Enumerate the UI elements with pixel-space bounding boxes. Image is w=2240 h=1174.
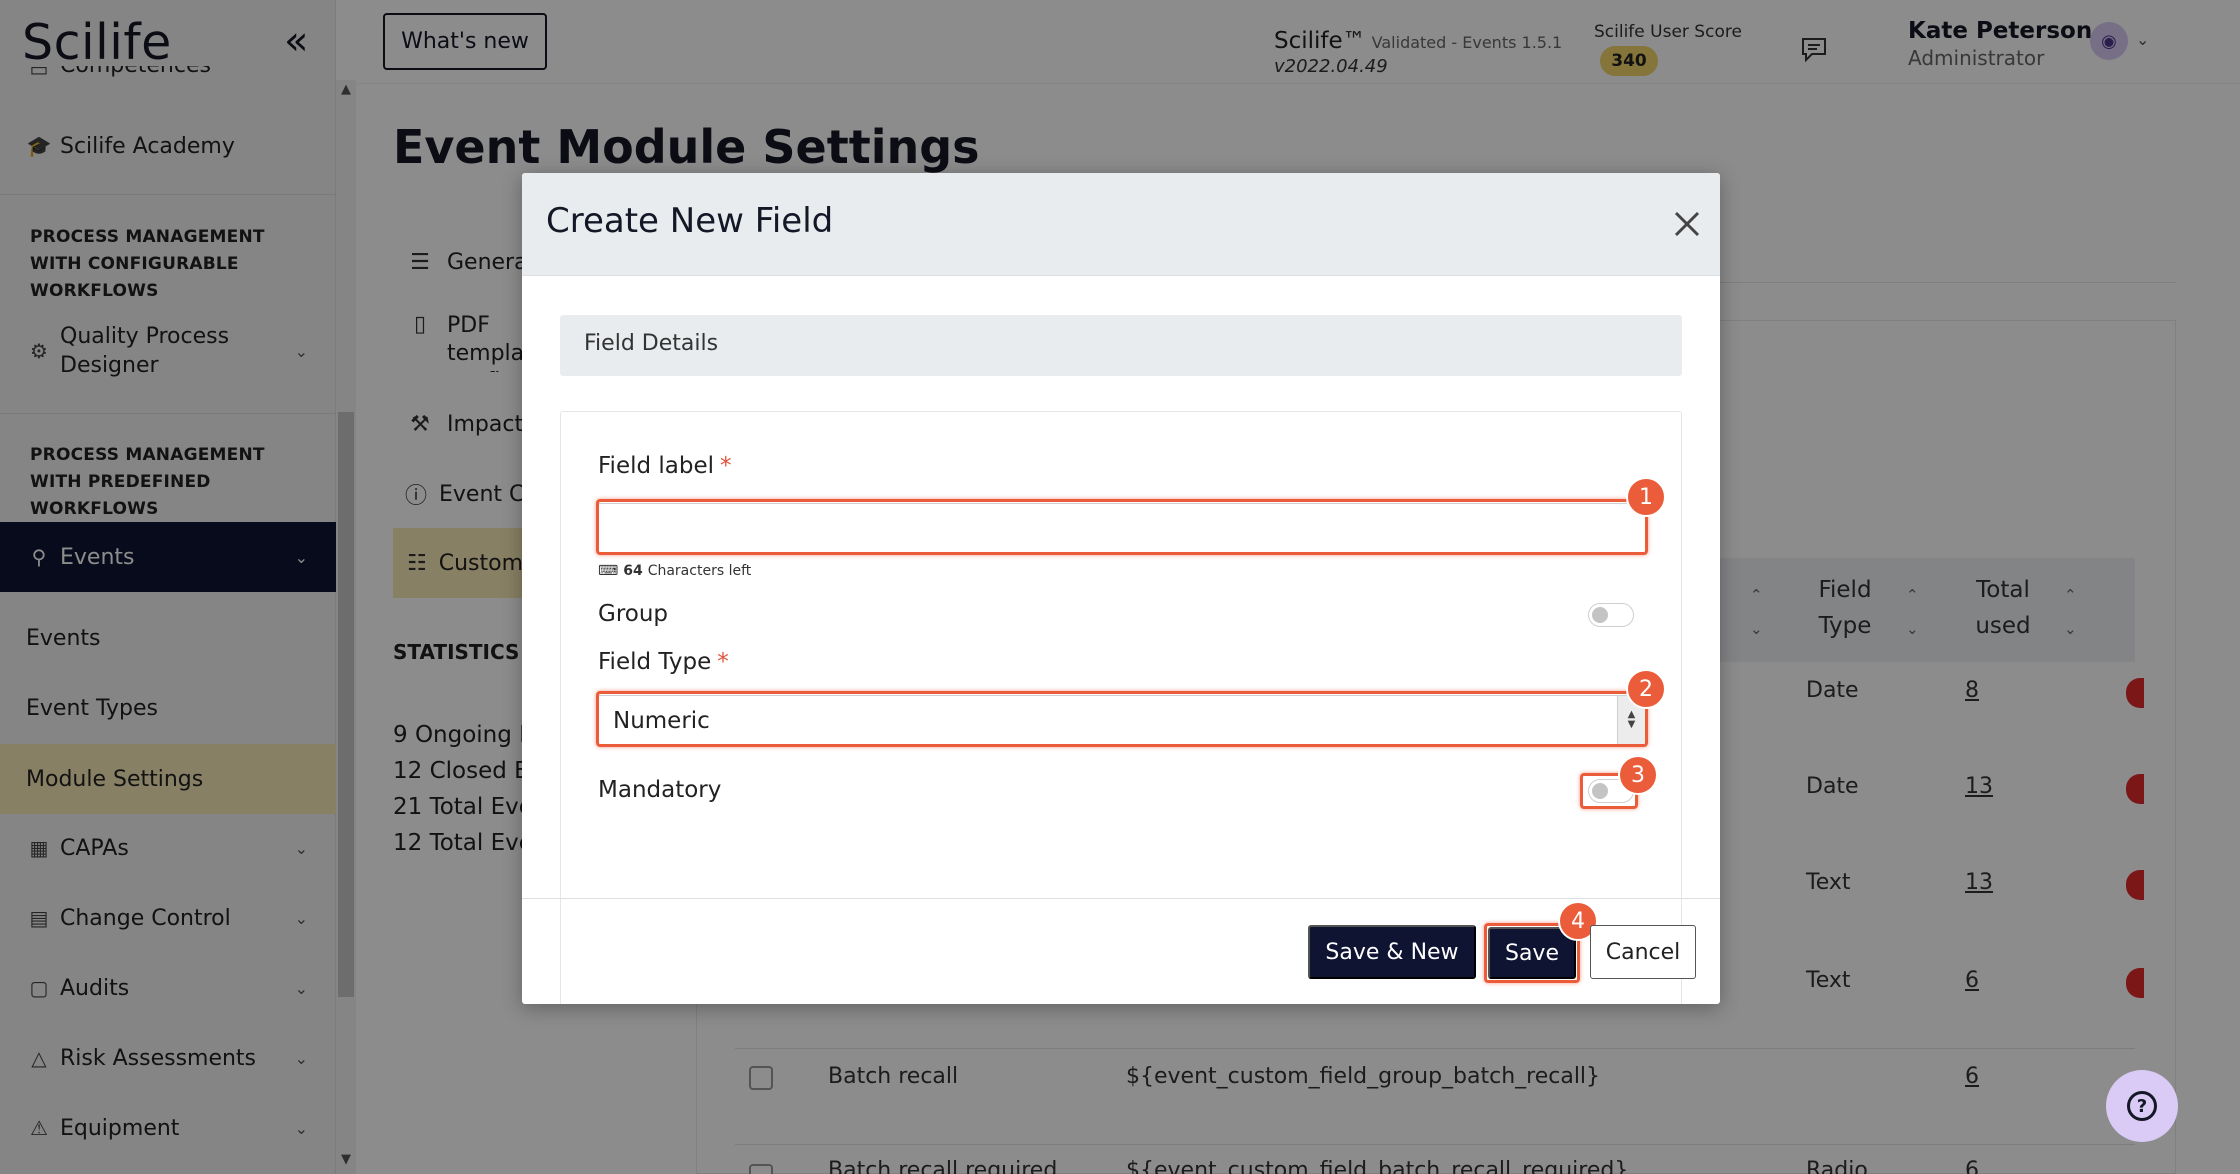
- step-marker: 2: [1626, 669, 1666, 709]
- step-marker: 1: [1626, 477, 1666, 517]
- field-type-label: Field Type *: [598, 649, 729, 675]
- label-text: Field label: [598, 453, 715, 479]
- highlight-field-label: [596, 499, 1648, 555]
- highlight-field-type: [596, 691, 1648, 747]
- create-field-dialog: Create New Field Field Details Field lab…: [522, 173, 1720, 1004]
- question-mark-icon: ?: [2127, 1091, 2157, 1121]
- close-icon[interactable]: [1668, 205, 1706, 243]
- characters-left-counter: ⌨ 64 Characters left: [598, 563, 751, 579]
- chars-text: Characters left: [647, 563, 752, 579]
- required-asterisk: *: [717, 649, 729, 675]
- help-button[interactable]: ?: [2106, 1070, 2178, 1142]
- cancel-button[interactable]: Cancel: [1590, 925, 1696, 979]
- dialog-footer-divider: [522, 898, 1720, 899]
- dialog-header: Create New Field: [522, 173, 1720, 276]
- field-details-section: Field Details: [560, 315, 1682, 376]
- dialog-title: Create New Field: [546, 201, 834, 241]
- chars-count: 64: [623, 563, 643, 579]
- group-toggle[interactable]: [1588, 603, 1634, 627]
- label-text: Field Type: [598, 649, 712, 675]
- mandatory-label: Mandatory: [598, 777, 722, 803]
- keyboard-icon: ⌨: [598, 563, 619, 579]
- field-label-label: Field label *: [598, 453, 732, 479]
- toggle-knob: [1592, 607, 1608, 623]
- required-asterisk: *: [720, 453, 732, 479]
- group-label: Group: [598, 601, 669, 627]
- section-title: Field Details: [584, 331, 719, 356]
- step-marker: 3: [1618, 755, 1658, 795]
- save-and-new-button[interactable]: Save & New: [1308, 925, 1476, 979]
